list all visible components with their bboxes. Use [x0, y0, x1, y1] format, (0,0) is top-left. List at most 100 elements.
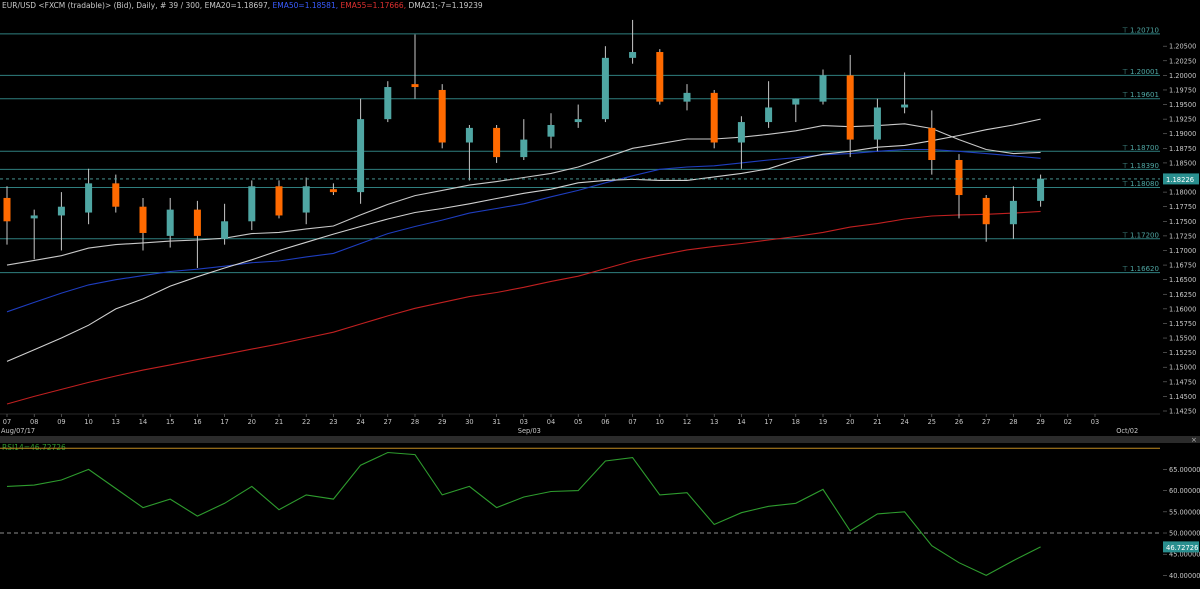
rsi-title: RSI14=46.72726 — [2, 443, 66, 452]
candle-body — [547, 124, 555, 137]
date-tick-label: 16 — [193, 418, 201, 426]
price-tick-label: 1.19750 — [1169, 86, 1196, 94]
price-chart[interactable]: EUR/USD <FXCM (tradable)> (Bid), Daily, … — [0, 0, 1200, 589]
header-ema55: EMA55=1.17666, — [341, 1, 407, 10]
candle-body — [574, 119, 582, 123]
price-tick-label: 1.18500 — [1169, 159, 1196, 167]
level-marker-icon: ⊤ — [1122, 231, 1128, 239]
price-tick-label: 1.18750 — [1169, 145, 1196, 153]
date-tick-label: 09 — [57, 418, 65, 426]
date-tick-label: 29 — [1036, 418, 1044, 426]
date-tick-label: 18 — [792, 418, 800, 426]
date-tick-label: 14 — [737, 418, 745, 426]
level-marker-icon: ⊤ — [1122, 144, 1128, 152]
date-tick-label: 13 — [710, 418, 718, 426]
candle-body — [411, 84, 419, 88]
candle-body — [166, 209, 174, 236]
candle-body — [221, 221, 229, 239]
candle-body — [901, 104, 909, 108]
rsi-tick-label: 55.00000 — [1169, 508, 1200, 516]
candle-body — [737, 122, 745, 143]
rsi-tick-label: 65.00000 — [1169, 466, 1200, 474]
rsi-tick-label: 40.00000 — [1169, 572, 1200, 580]
candle-body — [955, 160, 963, 196]
date-tick-label: 26 — [955, 418, 963, 426]
candle-body — [3, 197, 11, 222]
candle-body — [357, 119, 365, 193]
level-label: 1.20001 — [1130, 68, 1159, 76]
candle-body — [329, 189, 337, 193]
price-tick-label: 1.15500 — [1169, 335, 1196, 343]
date-tick-label: 12 — [683, 418, 691, 426]
date-tick-label: 19 — [819, 418, 827, 426]
header-dma: DMA21;-7=1.19239 — [408, 1, 482, 10]
month-label: Aug/07/17 — [1, 427, 35, 435]
rsi-current-label: 46.72726 — [1166, 544, 1198, 552]
panel-separator[interactable] — [0, 436, 1200, 443]
candle-body — [438, 89, 446, 143]
header-ema20: EMA20=1.18697, — [205, 1, 271, 10]
candle-body — [85, 183, 93, 213]
level-marker-icon: ⊤ — [1122, 265, 1128, 273]
level-marker-icon: ⊤ — [1122, 162, 1128, 170]
price-tick-label: 1.15000 — [1169, 364, 1196, 372]
candle-body — [520, 139, 528, 158]
date-tick-label: 25 — [928, 418, 936, 426]
level-label: 1.18080 — [1130, 180, 1159, 188]
candle — [710, 89, 718, 149]
level-marker-icon: ⊤ — [1122, 180, 1128, 188]
candle-body — [248, 186, 256, 222]
candle-body — [710, 92, 718, 143]
date-tick-label: 20 — [846, 418, 854, 426]
price-tick-label: 1.15750 — [1169, 320, 1196, 328]
price-tick-label: 1.14500 — [1169, 393, 1196, 401]
panel-close-icon[interactable]: × — [1191, 436, 1197, 444]
rsi-tick-label: 50.00000 — [1169, 530, 1200, 538]
price-tick-label: 1.19500 — [1169, 101, 1196, 109]
current-price-label: 1.18226 — [1166, 176, 1194, 184]
level-marker-icon: ⊤ — [1122, 26, 1128, 34]
candle-body — [465, 127, 473, 143]
price-tick-label: 1.15250 — [1169, 349, 1196, 357]
date-tick-label: 31 — [492, 418, 500, 426]
date-tick-label: 15 — [166, 418, 174, 426]
level-label: 1.18700 — [1130, 144, 1159, 152]
price-tick-label: 1.16750 — [1169, 262, 1196, 270]
candle-body — [302, 186, 310, 213]
price-tick-label: 1.17500 — [1169, 218, 1196, 226]
candle-body — [765, 107, 773, 123]
level-label: 1.16620 — [1130, 265, 1159, 273]
date-tick-label: 28 — [1009, 418, 1017, 426]
date-tick-label: 27 — [982, 418, 990, 426]
price-tick-label: 1.16500 — [1169, 276, 1196, 284]
date-tick-label: 05 — [574, 418, 582, 426]
level-label: 1.17200 — [1130, 231, 1159, 239]
price-tick-label: 1.19000 — [1169, 130, 1196, 138]
date-tick-label: 23 — [329, 418, 337, 426]
level-label: 1.19601 — [1130, 91, 1159, 99]
candle-body — [982, 197, 990, 225]
candle-body — [384, 87, 392, 120]
date-tick-label: 13 — [112, 418, 120, 426]
chart-header: EUR/USD <FXCM (tradable)> (Bid), Daily, … — [2, 1, 483, 10]
date-tick-label: 17 — [764, 418, 772, 426]
date-tick-label: 07 — [628, 418, 636, 426]
price-tick-label: 1.16000 — [1169, 305, 1196, 313]
candle-body — [873, 107, 881, 140]
candle-body — [656, 52, 664, 102]
candle-body — [1009, 200, 1017, 225]
date-tick-label: 14 — [139, 418, 147, 426]
date-tick-label: 22 — [302, 418, 310, 426]
candle-body — [683, 92, 691, 102]
level-label: 1.20710 — [1130, 26, 1159, 34]
price-tick-label: 1.16250 — [1169, 291, 1196, 299]
candle-body — [1037, 178, 1045, 201]
candle-body — [57, 206, 65, 216]
date-tick-label: 27 — [384, 418, 392, 426]
date-tick-label: 08 — [30, 418, 38, 426]
candle-body — [193, 209, 201, 236]
candle-body — [275, 186, 283, 216]
candle — [438, 84, 446, 149]
date-tick-label: 21 — [873, 418, 881, 426]
date-tick-label: 04 — [547, 418, 555, 426]
